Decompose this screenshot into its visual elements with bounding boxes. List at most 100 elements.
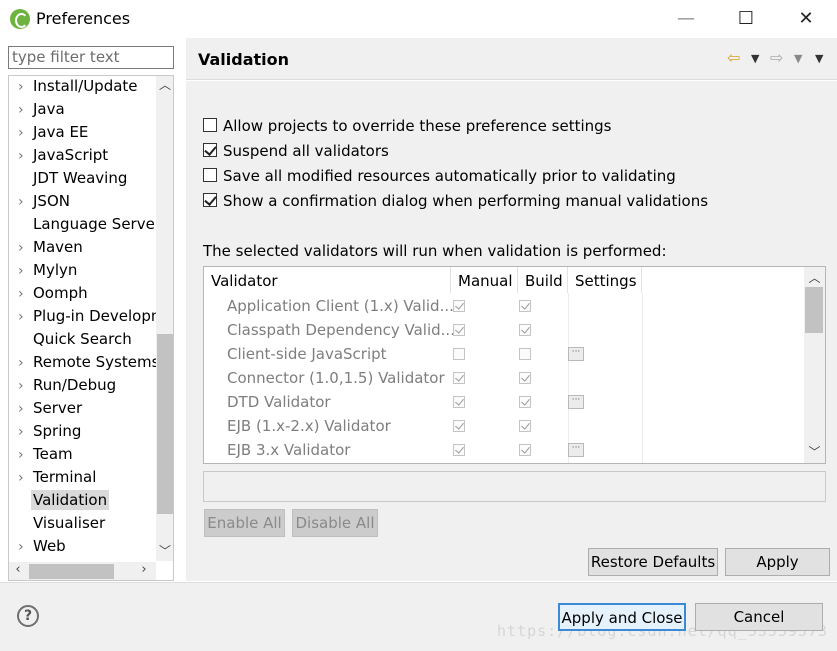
chevron-right-icon[interactable]: › xyxy=(18,192,24,212)
manual-checkbox[interactable] xyxy=(453,420,465,432)
build-checkbox[interactable] xyxy=(519,300,531,312)
build-checkbox[interactable] xyxy=(519,396,531,408)
chevron-right-icon[interactable]: › xyxy=(18,445,24,465)
chevron-right-icon[interactable]: › xyxy=(18,284,24,304)
close-button[interactable]: ✕ xyxy=(783,4,829,34)
minimize-button[interactable]: — xyxy=(663,4,709,34)
column-header-validator[interactable]: Validator xyxy=(204,267,451,293)
chevron-right-icon[interactable]: › xyxy=(18,353,24,373)
sidebar-item[interactable]: Quick Search xyxy=(9,329,156,352)
chevron-right-icon[interactable]: › xyxy=(18,146,24,166)
filter-input[interactable]: type filter text xyxy=(8,46,174,69)
sidebar-item[interactable]: › Oomph xyxy=(9,283,156,306)
column-header-build[interactable]: Build xyxy=(518,267,568,293)
sidebar-item[interactable]: › Plug-in Development xyxy=(9,306,156,329)
chevron-right-icon[interactable]: › xyxy=(18,238,24,258)
sidebar-item[interactable]: › JSON xyxy=(9,191,156,214)
sidebar-item-label: Remote Systems xyxy=(33,353,156,371)
build-checkbox[interactable] xyxy=(519,420,531,432)
option-checkbox[interactable] xyxy=(203,193,217,207)
chevron-right-icon[interactable]: › xyxy=(18,77,24,97)
sidebar-item[interactable]: › Web xyxy=(9,536,156,559)
sidebar-item[interactable]: JDT Weaving xyxy=(9,168,156,191)
sidebar-item-label: JavaScript xyxy=(33,146,109,164)
table-row[interactable]: Application Client (1.x) Valid... xyxy=(204,295,804,319)
table-row[interactable]: Connector (1.0,1.5) Validator xyxy=(204,367,804,391)
scroll-left-icon[interactable]: ‹ xyxy=(9,562,27,580)
table-row[interactable]: Classpath Dependency Valid... xyxy=(204,319,804,343)
settings-ellipsis-button[interactable]: ··· xyxy=(568,443,584,457)
settings-ellipsis-button[interactable]: ··· xyxy=(568,347,584,361)
sidebar-item[interactable]: Visualiser xyxy=(9,513,156,536)
chevron-right-icon[interactable]: › xyxy=(18,399,24,419)
forward-dropdown-icon[interactable]: ▼ xyxy=(794,52,802,65)
sidebar-item[interactable]: › Terminal xyxy=(9,467,156,490)
forward-arrow-icon[interactable]: ⇨ xyxy=(770,48,783,67)
sidebar-item[interactable]: › Maven xyxy=(9,237,156,260)
table-row[interactable]: EJB (1.x-2.x) Validator xyxy=(204,415,804,439)
chevron-right-icon[interactable]: › xyxy=(18,376,24,396)
sidebar-item[interactable]: › Team xyxy=(9,444,156,467)
option-checkbox[interactable] xyxy=(203,143,217,157)
view-menu-icon[interactable]: ▼ xyxy=(815,52,823,65)
build-checkbox[interactable] xyxy=(519,372,531,384)
chevron-right-icon[interactable]: › xyxy=(18,537,24,557)
chevron-right-icon[interactable]: › xyxy=(18,307,24,327)
sidebar-item[interactable]: › Run/Debug xyxy=(9,375,156,398)
disable-all-button[interactable]: Disable All xyxy=(292,509,378,537)
chevron-right-icon[interactable]: › xyxy=(18,422,24,442)
manual-checkbox[interactable] xyxy=(453,444,465,456)
sidebar-item[interactable]: Language Server xyxy=(9,214,156,237)
column-header-manual[interactable]: Manual xyxy=(451,267,518,293)
sidebar-item[interactable]: › Mylyn xyxy=(9,260,156,283)
scroll-down-icon[interactable]: ﹀ xyxy=(804,443,825,461)
back-dropdown-icon[interactable]: ▼ xyxy=(751,52,759,65)
sidebar-item[interactable]: › Spring xyxy=(9,421,156,444)
settings-ellipsis-button[interactable]: ··· xyxy=(568,395,584,409)
scroll-right-icon[interactable]: › xyxy=(135,562,153,580)
scroll-up-icon[interactable]: ︿ xyxy=(804,269,825,287)
chevron-right-icon[interactable]: › xyxy=(18,261,24,281)
sidebar-item[interactable]: Validation xyxy=(9,490,156,513)
validators-table[interactable]: Validator Manual Build Settings Applicat… xyxy=(203,266,826,464)
sidebar-item[interactable]: › Remote Systems xyxy=(9,352,156,375)
sidebar-item[interactable]: › Server xyxy=(9,398,156,421)
option-checkbox[interactable] xyxy=(203,168,217,182)
sidebar-item[interactable]: › Java xyxy=(9,99,156,122)
scroll-down-icon[interactable]: ﹀ xyxy=(156,542,173,560)
preference-tree[interactable]: › Install/Update › Java › Java EE › JavaScript J… xyxy=(8,75,174,581)
apply-button[interactable]: Apply xyxy=(725,548,830,576)
restore-defaults-button[interactable]: Restore Defaults xyxy=(588,548,718,576)
manual-checkbox[interactable] xyxy=(453,348,465,360)
chevron-right-icon[interactable]: › xyxy=(18,123,24,143)
scroll-up-icon[interactable]: ︿ xyxy=(156,76,173,94)
validator-description-box xyxy=(203,471,826,502)
build-checkbox[interactable] xyxy=(519,444,531,456)
build-checkbox[interactable] xyxy=(519,324,531,336)
table-scroll-thumb[interactable] xyxy=(805,287,823,333)
back-arrow-icon[interactable]: ⇦ xyxy=(727,48,740,67)
chevron-right-icon[interactable]: › xyxy=(18,468,24,488)
manual-checkbox[interactable] xyxy=(453,324,465,336)
tree-hscroll-thumb[interactable] xyxy=(29,564,114,579)
maximize-button[interactable]: ☐ xyxy=(723,4,769,34)
help-icon[interactable]: ? xyxy=(17,605,39,627)
tree-scroll-thumb[interactable] xyxy=(157,334,173,514)
build-checkbox[interactable] xyxy=(519,348,531,360)
cancel-button[interactable]: Cancel xyxy=(695,603,823,631)
manual-checkbox[interactable] xyxy=(453,300,465,312)
table-row[interactable]: EJB 3.x Validator ··· xyxy=(204,439,804,463)
sidebar-item[interactable]: › JavaScript xyxy=(9,145,156,168)
chevron-right-icon[interactable]: › xyxy=(18,100,24,120)
option-checkbox[interactable] xyxy=(203,118,217,132)
table-row[interactable]: Client-side JavaScript ··· xyxy=(204,343,804,367)
table-row[interactable]: DTD Validator ··· xyxy=(204,391,804,415)
enable-all-button[interactable]: Enable All xyxy=(204,509,285,537)
column-header-settings[interactable]: Settings xyxy=(568,267,642,293)
sidebar-item[interactable]: › Install/Update xyxy=(9,76,156,99)
manual-checkbox[interactable] xyxy=(453,372,465,384)
sidebar-item-label: Spring xyxy=(33,422,82,440)
sidebar-item[interactable]: › Java EE xyxy=(9,122,156,145)
manual-checkbox[interactable] xyxy=(453,396,465,408)
apply-and-close-button[interactable]: Apply and Close xyxy=(558,603,686,631)
